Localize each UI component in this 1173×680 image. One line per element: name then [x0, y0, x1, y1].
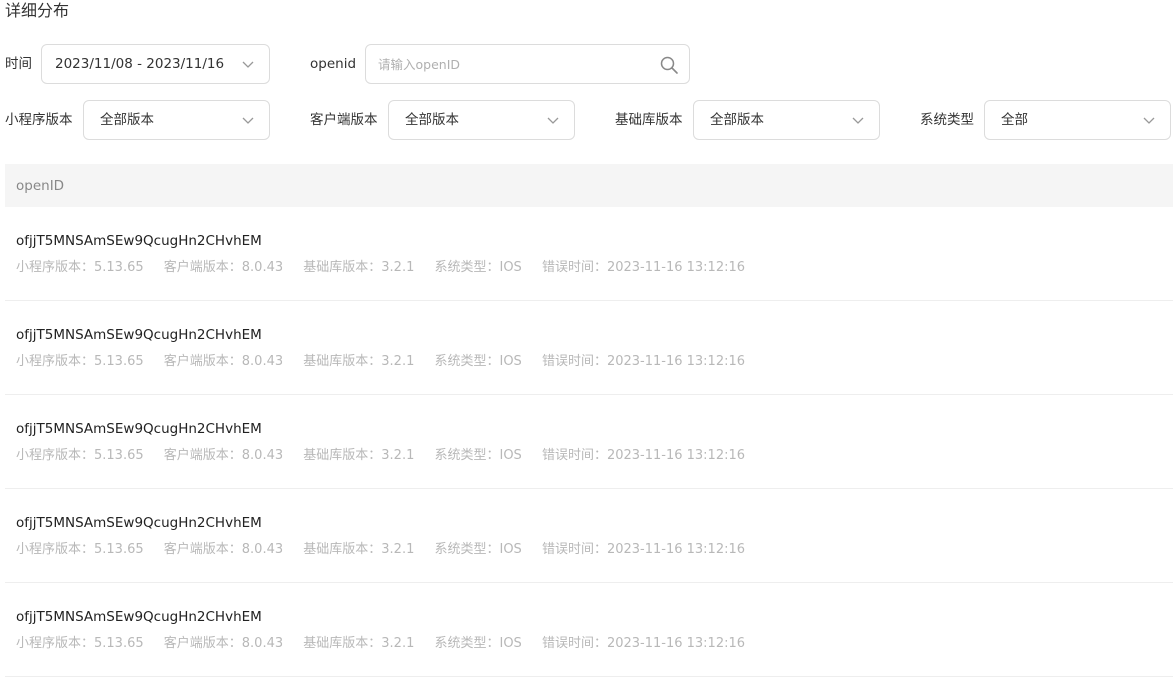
row-meta: 小程序版本：5.13.65 客户端版本：8.0.43 基础库版本：3.2.1 系…: [16, 258, 761, 278]
chevron-down-icon: [242, 117, 254, 124]
row-baselib-version: 基础库版本：3.2.1: [303, 636, 415, 651]
row-client-version: 客户端版本：8.0.43: [163, 260, 284, 275]
date-range-picker[interactable]: 2023/11/08 - 2023/11/16: [41, 44, 270, 84]
table-row[interactable]: ofjjT5MNSAmSEw9QcugHn2CHvhEM 小程序版本：5.13.…: [5, 301, 1173, 395]
miniprogram-version-label: 小程序版本: [5, 112, 73, 128]
row-meta: 小程序版本：5.13.65 客户端版本：8.0.43 基础库版本：3.2.1 系…: [16, 446, 761, 466]
row-client-version: 客户端版本：8.0.43: [163, 354, 284, 369]
client-version-value: 全部版本: [405, 112, 459, 128]
row-miniprogram-version: 小程序版本：5.13.65: [16, 542, 144, 557]
row-miniprogram-version: 小程序版本：5.13.65: [16, 354, 144, 369]
row-miniprogram-version: 小程序版本：5.13.65: [16, 636, 144, 651]
table-header: openID: [5, 164, 1173, 207]
table-row[interactable]: ofjjT5MNSAmSEw9QcugHn2CHvhEM 小程序版本：5.13.…: [5, 583, 1173, 677]
row-baselib-version: 基础库版本：3.2.1: [303, 448, 415, 463]
os-type-value: 全部: [1001, 112, 1028, 128]
openid-label: openid: [310, 56, 357, 72]
chevron-down-icon: [1143, 117, 1155, 124]
detail-distribution-page: 详细分布 时间 2023/11/08 - 2023/11/16 openid 请…: [0, 0, 1173, 680]
row-baselib-version: 基础库版本：3.2.1: [303, 354, 415, 369]
os-type-select[interactable]: 全部: [984, 100, 1171, 140]
client-version-label: 客户端版本: [310, 112, 378, 128]
row-openid: ofjjT5MNSAmSEw9QcugHn2CHvhEM: [16, 515, 262, 531]
chevron-down-icon: [547, 117, 559, 124]
row-error-time: 错误时间：2023-11-16 13:12:16: [541, 260, 746, 275]
row-error-time: 错误时间：2023-11-16 13:12:16: [541, 448, 746, 463]
row-client-version: 客户端版本：8.0.43: [163, 636, 284, 651]
row-openid: ofjjT5MNSAmSEw9QcugHn2CHvhEM: [16, 421, 262, 437]
row-os-type: 系统类型：IOS: [434, 448, 522, 463]
row-openid: ofjjT5MNSAmSEw9QcugHn2CHvhEM: [16, 327, 262, 343]
row-miniprogram-version: 小程序版本：5.13.65: [16, 448, 144, 463]
baselib-version-label: 基础库版本: [615, 112, 683, 128]
row-miniprogram-version: 小程序版本：5.13.65: [16, 260, 144, 275]
date-range-value: 2023/11/08 - 2023/11/16: [55, 56, 225, 72]
row-meta: 小程序版本：5.13.65 客户端版本：8.0.43 基础库版本：3.2.1 系…: [16, 540, 761, 560]
row-baselib-version: 基础库版本：3.2.1: [303, 542, 415, 557]
row-error-time: 错误时间：2023-11-16 13:12:16: [541, 354, 746, 369]
openid-search-input[interactable]: 请输入openID: [365, 44, 690, 84]
column-header-openid: openID: [16, 178, 65, 194]
table-row[interactable]: ofjjT5MNSAmSEw9QcugHn2CHvhEM 小程序版本：5.13.…: [5, 207, 1173, 301]
row-os-type: 系统类型：IOS: [434, 542, 522, 557]
time-label: 时间: [5, 56, 32, 72]
row-client-version: 客户端版本：8.0.43: [163, 448, 284, 463]
miniprogram-version-value: 全部版本: [100, 112, 154, 128]
row-openid: ofjjT5MNSAmSEw9QcugHn2CHvhEM: [16, 609, 262, 625]
baselib-version-select[interactable]: 全部版本: [693, 100, 880, 140]
row-meta: 小程序版本：5.13.65 客户端版本：8.0.43 基础库版本：3.2.1 系…: [16, 634, 761, 654]
row-meta: 小程序版本：5.13.65 客户端版本：8.0.43 基础库版本：3.2.1 系…: [16, 352, 761, 372]
chevron-down-icon: [852, 117, 864, 124]
row-baselib-version: 基础库版本：3.2.1: [303, 260, 415, 275]
chevron-down-icon: [242, 61, 254, 68]
row-os-type: 系统类型：IOS: [434, 260, 522, 275]
row-openid: ofjjT5MNSAmSEw9QcugHn2CHvhEM: [16, 233, 262, 249]
table-row[interactable]: ofjjT5MNSAmSEw9QcugHn2CHvhEM 小程序版本：5.13.…: [5, 395, 1173, 489]
client-version-select[interactable]: 全部版本: [388, 100, 575, 140]
row-os-type: 系统类型：IOS: [434, 354, 522, 369]
table-row[interactable]: ofjjT5MNSAmSEw9QcugHn2CHvhEM 小程序版本：5.13.…: [5, 489, 1173, 583]
row-error-time: 错误时间：2023-11-16 13:12:16: [541, 542, 746, 557]
baselib-version-value: 全部版本: [710, 112, 764, 128]
openid-placeholder: 请输入openID: [378, 57, 461, 72]
row-error-time: 错误时间：2023-11-16 13:12:16: [541, 636, 746, 651]
row-client-version: 客户端版本：8.0.43: [163, 542, 284, 557]
search-icon[interactable]: [659, 55, 679, 75]
miniprogram-version-select[interactable]: 全部版本: [83, 100, 270, 140]
row-os-type: 系统类型：IOS: [434, 636, 522, 651]
page-title: 详细分布: [5, 1, 70, 20]
os-type-label: 系统类型: [920, 112, 974, 128]
